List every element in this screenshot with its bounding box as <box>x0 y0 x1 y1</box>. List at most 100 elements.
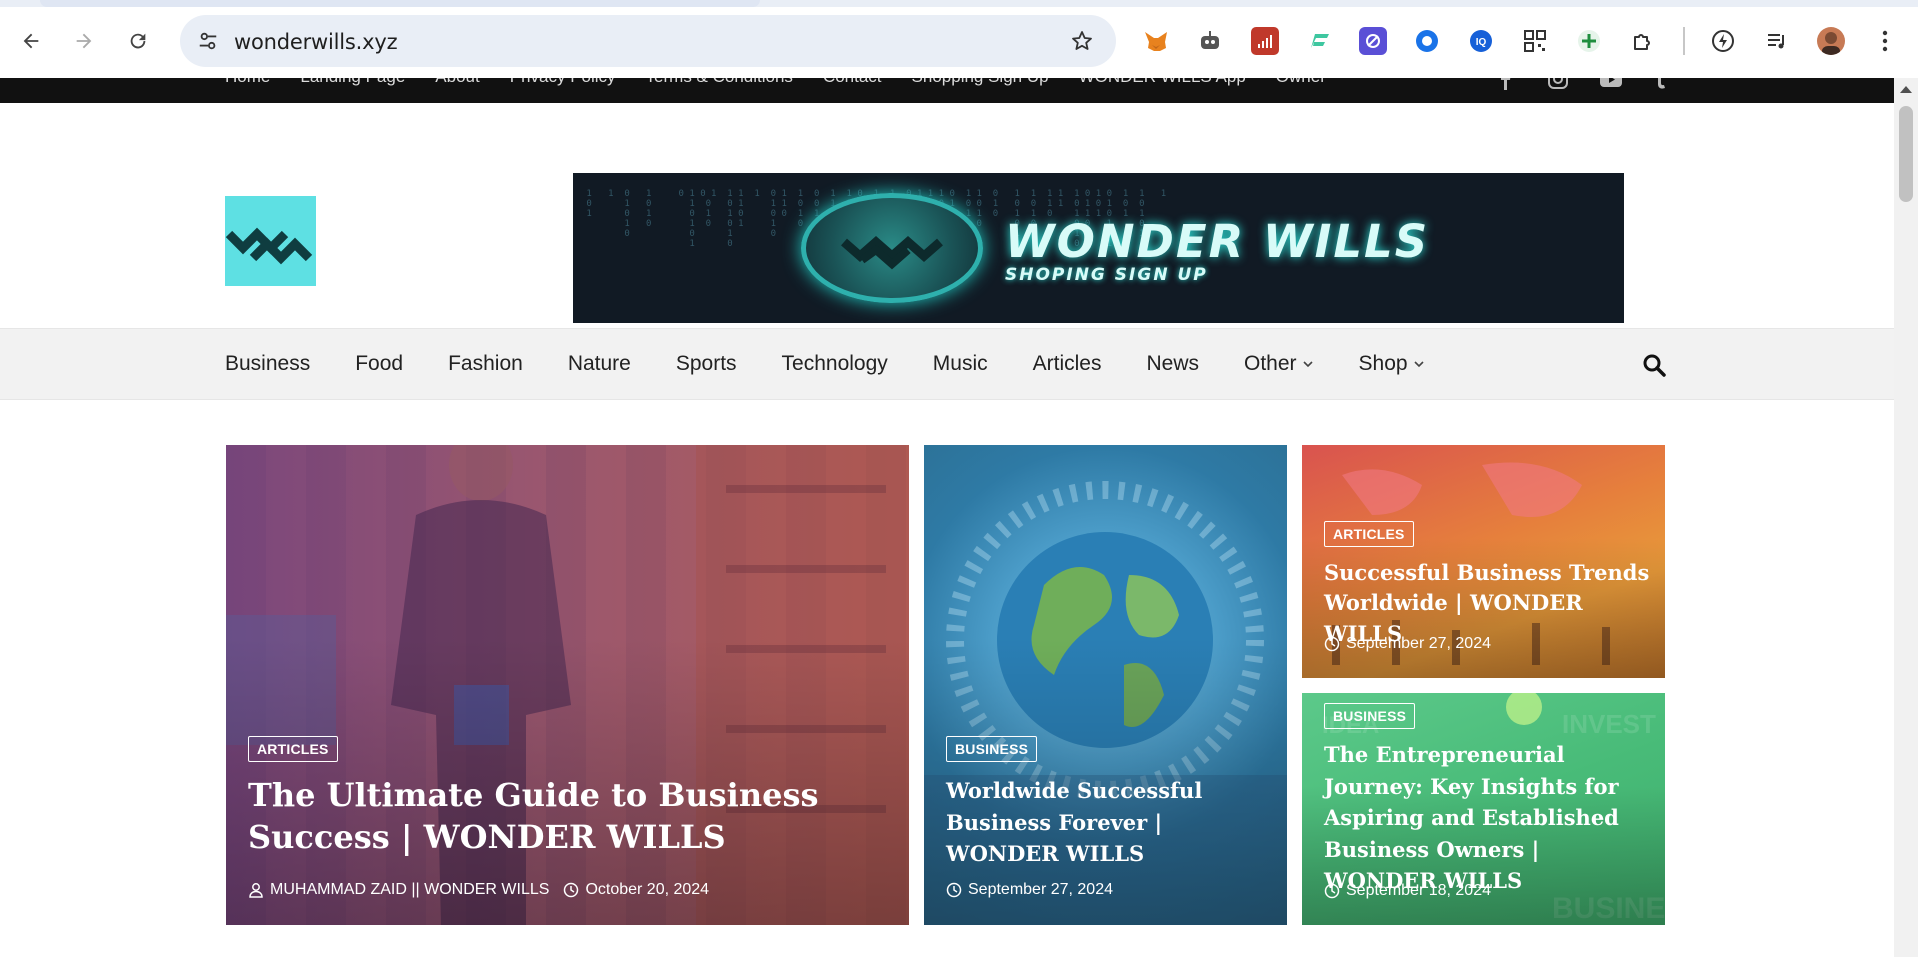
nav-item-label: Music <box>932 352 988 375</box>
nav-item-label: Other <box>1244 352 1297 375</box>
robot-icon[interactable] <box>1196 27 1224 55</box>
chevron-down-icon <box>1414 361 1424 368</box>
nav-item-technology[interactable]: Technology <box>782 352 888 376</box>
circle-record-icon[interactable] <box>1413 27 1441 55</box>
main-navigation: Business Food Fashion Nature Sports Tech… <box>0 328 1894 400</box>
iq-icon[interactable]: IQ <box>1467 27 1495 55</box>
category-badge[interactable]: BUSINESS <box>946 736 1038 762</box>
nav-item-sports[interactable]: Sports <box>676 352 737 376</box>
post-date: October 20, 2024 <box>585 881 710 898</box>
clock-icon <box>1324 636 1340 652</box>
youtube-icon[interactable] <box>1599 78 1622 90</box>
banner-logo-icon <box>841 236 943 270</box>
search-icon <box>1643 354 1666 377</box>
avatar[interactable] <box>1817 27 1845 55</box>
nav-item-fashion[interactable]: Fashion <box>448 352 523 376</box>
nav-items: Business Food Fashion Nature Sports Tech… <box>225 352 1470 376</box>
nav-item-articles[interactable]: Articles <box>1033 352 1102 376</box>
post-title[interactable]: Worldwide Successful Business Forever | … <box>946 775 1271 870</box>
forward-arrow-icon <box>76 33 92 49</box>
nav-item-nature[interactable]: Nature <box>568 352 631 376</box>
nav-item-food[interactable]: Food <box>355 352 403 376</box>
scrollbar-thumb[interactable] <box>1899 106 1913 202</box>
top-link-privacy-policy[interactable]: Privacy Policy <box>510 78 616 87</box>
post-date: September 27, 2024 <box>968 881 1113 898</box>
top-link-app[interactable]: WONDER WILLS App <box>1079 78 1246 87</box>
nav-item-label: Business <box>225 352 311 375</box>
top-link-landing-page[interactable]: Landing Page <box>300 78 405 87</box>
nav-item-label: Fashion <box>448 352 523 375</box>
signal-icon[interactable] <box>1251 27 1279 55</box>
category-badge[interactable]: BUSINESS <box>1324 703 1416 729</box>
featured-post-main[interactable]: ARTICLES The Ultimate Guide to Business … <box>226 445 909 925</box>
post-author[interactable]: MUHAMMAD ZAID || WONDER WILLS <box>270 881 549 899</box>
header-banner[interactable]: 1 1 0 1 0 1 0 1 1 1 1 0 1 1 0 1 1 0 1 1 … <box>573 173 1624 323</box>
browser-toolbar: wonderwills.xyz IQ <box>0 0 1918 78</box>
nav-item-news[interactable]: News <box>1147 352 1200 376</box>
featured-post-middle[interactable]: BUSINESS Worldwide Successful Business F… <box>924 445 1287 925</box>
svg-text:IQ: IQ <box>1476 37 1487 48</box>
fox-icon[interactable] <box>1142 27 1170 55</box>
nav-item-business[interactable]: Business <box>225 352 310 376</box>
category-badge[interactable]: ARTICLES <box>1324 521 1414 547</box>
top-link-shopping-sign-up[interactable]: Shopping Sign Up <box>912 78 1049 87</box>
top-bar-links: Home Landing Page About Privacy Policy T… <box>225 78 1326 87</box>
post-meta: September 27, 2024 <box>1324 635 1491 653</box>
playlist-icon[interactable] <box>1763 27 1791 55</box>
nav-item-other[interactable]: Other <box>1244 352 1314 376</box>
reload-button[interactable] <box>122 25 154 57</box>
page-scrollbar[interactable] <box>1894 78 1918 957</box>
post-meta: September 27, 2024 <box>946 881 1113 899</box>
flag-icon[interactable] <box>1305 27 1333 55</box>
top-link-terms[interactable]: Terms & Conditions <box>646 78 793 87</box>
featured-post-bottom-right[interactable]: INVEST BUSINESS IDEA BUSINESS The Entrep… <box>1302 693 1665 925</box>
reload-icon <box>130 33 146 49</box>
bolt-icon[interactable] <box>1709 27 1737 55</box>
category-badge[interactable]: ARTICLES <box>248 736 338 762</box>
post-title[interactable]: The Ultimate Guide to Business Success |… <box>248 775 888 858</box>
bookmark-star-button[interactable] <box>1068 27 1096 55</box>
clock-icon <box>564 882 579 898</box>
nav-item-label: Articles <box>1032 352 1102 375</box>
nav-item-label: Sports <box>675 352 737 375</box>
tumblr-icon[interactable] <box>1651 78 1673 90</box>
search-button[interactable] <box>1642 353 1668 379</box>
star-icon <box>1072 31 1092 50</box>
active-tab[interactable] <box>40 0 760 7</box>
top-link-home[interactable]: Home <box>225 78 270 87</box>
plus-icon[interactable] <box>1575 27 1603 55</box>
site-info-button[interactable] <box>192 25 224 57</box>
facebook-icon[interactable] <box>1495 78 1517 90</box>
post-date: September 27, 2024 <box>1346 635 1491 652</box>
top-link-about[interactable]: About <box>435 78 479 87</box>
puzzle-icon[interactable] <box>1629 27 1657 55</box>
nav-item-music[interactable]: Music <box>933 352 988 376</box>
url-text[interactable]: wonderwills.xyz <box>234 30 398 54</box>
banner-title: WONDER WILLS <box>1005 215 1430 268</box>
post-meta: MUHAMMAD ZAID || WONDER WILLS October 20… <box>248 881 709 899</box>
top-bar: Home Landing Page About Privacy Policy T… <box>0 78 1894 103</box>
kebab-menu-icon[interactable] <box>1871 27 1899 55</box>
logo-mark-icon <box>225 227 313 265</box>
top-link-owner[interactable]: Owner <box>1276 78 1326 87</box>
nav-item-label: Technology <box>781 352 888 375</box>
nav-item-label: Shop <box>1358 352 1408 375</box>
post-date: September 18, 2024 <box>1346 882 1491 899</box>
post-meta: September 18, 2024 <box>1324 882 1491 900</box>
tab-strip <box>0 0 1918 7</box>
instagram-icon[interactable] <box>1547 78 1569 90</box>
back-button[interactable] <box>15 25 47 57</box>
shield-icon[interactable] <box>1359 27 1387 55</box>
post-title[interactable]: The Entrepreneurial Journey: Key Insight… <box>1324 739 1654 897</box>
forward-button[interactable] <box>68 25 100 57</box>
featured-post-top-right[interactable]: ARTICLES Successful Business Trends Worl… <box>1302 445 1665 678</box>
banner-emblem <box>801 193 983 303</box>
scroll-up-arrow-icon[interactable] <box>1900 86 1912 93</box>
address-bar[interactable]: wonderwills.xyz <box>180 15 1116 67</box>
back-arrow-icon <box>23 33 39 49</box>
nav-item-shop[interactable]: Shop <box>1359 352 1425 376</box>
site-logo[interactable] <box>225 196 316 286</box>
top-link-contact[interactable]: Contact <box>823 78 882 87</box>
web-page: Home Landing Page About Privacy Policy T… <box>0 78 1894 957</box>
qr-icon[interactable] <box>1521 27 1549 55</box>
